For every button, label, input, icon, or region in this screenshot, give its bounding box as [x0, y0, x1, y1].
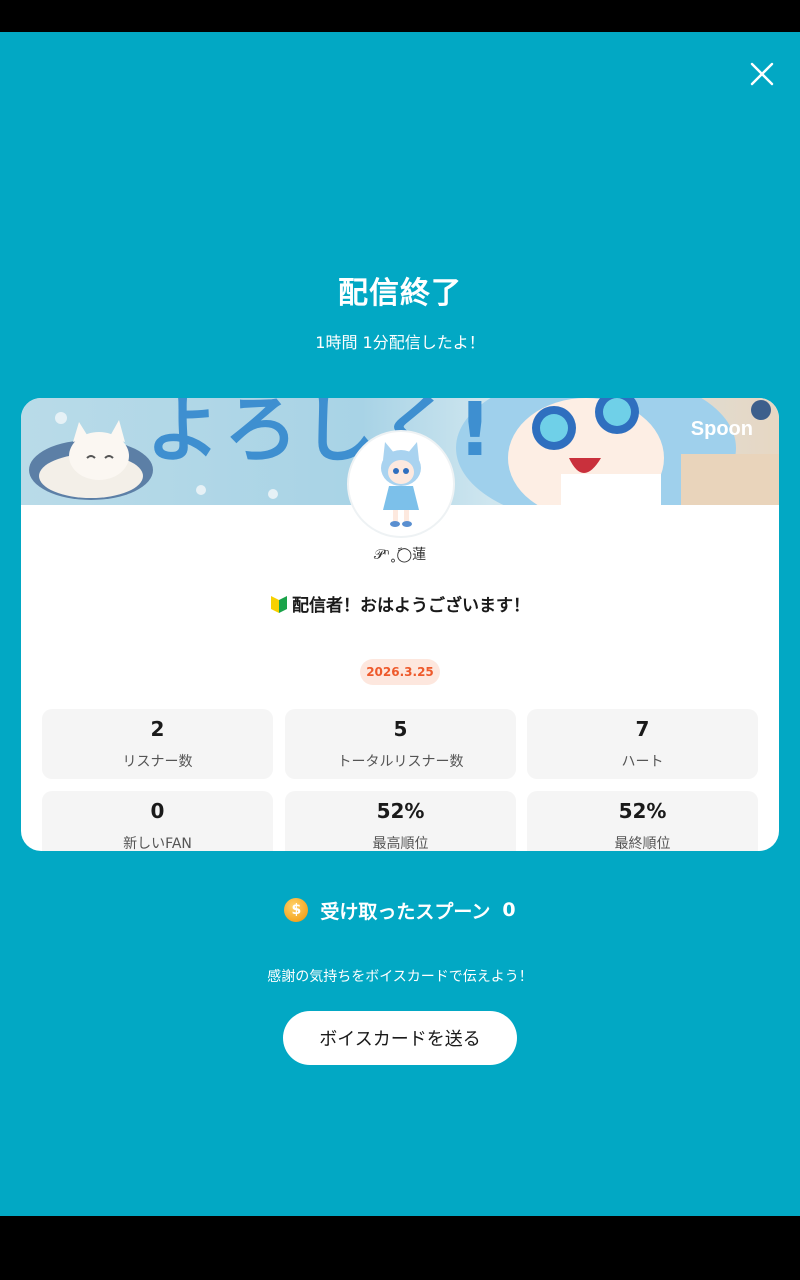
close-icon [750, 62, 774, 86]
date-badge: 2026.3.25 [360, 659, 440, 685]
page-title: 配信終了 [338, 276, 462, 311]
send-voice-card-button[interactable]: ボイスカードを送る [283, 1011, 517, 1065]
stat-final-rank: 52% 最終順位 [527, 791, 758, 851]
stat-label: 最終順位 [614, 836, 671, 851]
stat-value: 52% [618, 799, 667, 823]
stat-label: ハート [621, 754, 664, 770]
status-bar [0, 0, 800, 32]
user-nickname: 𝒫ⁿ˳◯ً蓮 [373, 547, 427, 563]
broadcast-end-screen: 配信終了 1時間 1分配信したよ！ よろしく! Spoon 𝒫ⁿ˳◯ً蓮 配信者… [0, 32, 800, 1216]
broadcast-duration: 1時間 1分配信したよ！ [315, 333, 485, 352]
close-button[interactable] [742, 54, 782, 94]
stat-label: リスナー数 [122, 754, 193, 770]
stat-total-listeners: 5 トータルリスナー数 [285, 709, 516, 779]
received-spoons-label: 受け取ったスプーン [320, 900, 491, 923]
broadcast-summary-card: よろしく! Spoon 𝒫ⁿ˳◯ً蓮 配信者！おはようございます！ 2026.3… [21, 398, 779, 851]
stat-value: 0 [150, 799, 165, 823]
navigation-bar [0, 1216, 800, 1280]
thanks-message: 感謝の気持ちをボイスカードで伝えよう！ [267, 969, 533, 985]
received-spoons: $ 受け取ったスプーン 0 [0, 896, 800, 924]
stat-value: 52% [376, 799, 425, 823]
received-spoons-count: 0 [502, 899, 516, 921]
stat-listeners: 2 リスナー数 [42, 709, 273, 779]
stat-label: 最高順位 [372, 836, 429, 851]
stat-value: 2 [150, 717, 165, 741]
avatar-image [351, 434, 451, 534]
stream-title: 配信者！おはようございます！ [292, 596, 530, 616]
stat-label: トータルリスナー数 [337, 754, 464, 770]
stat-hearts: 7 ハート [527, 709, 758, 779]
beginner-mark-icon [271, 595, 287, 613]
coin-icon: $ [284, 898, 309, 922]
stat-new-fans: 0 新しいFAN [42, 791, 273, 851]
stat-best-rank: 52% 最高順位 [285, 791, 516, 851]
spoon-logo: Spoon [690, 418, 753, 440]
stream-title-row: 配信者！おはようございます！ [21, 591, 779, 616]
stat-label: 新しいFAN [123, 836, 192, 851]
stat-value: 5 [393, 717, 408, 741]
avatar[interactable] [347, 430, 455, 538]
stat-value: 7 [635, 717, 650, 741]
